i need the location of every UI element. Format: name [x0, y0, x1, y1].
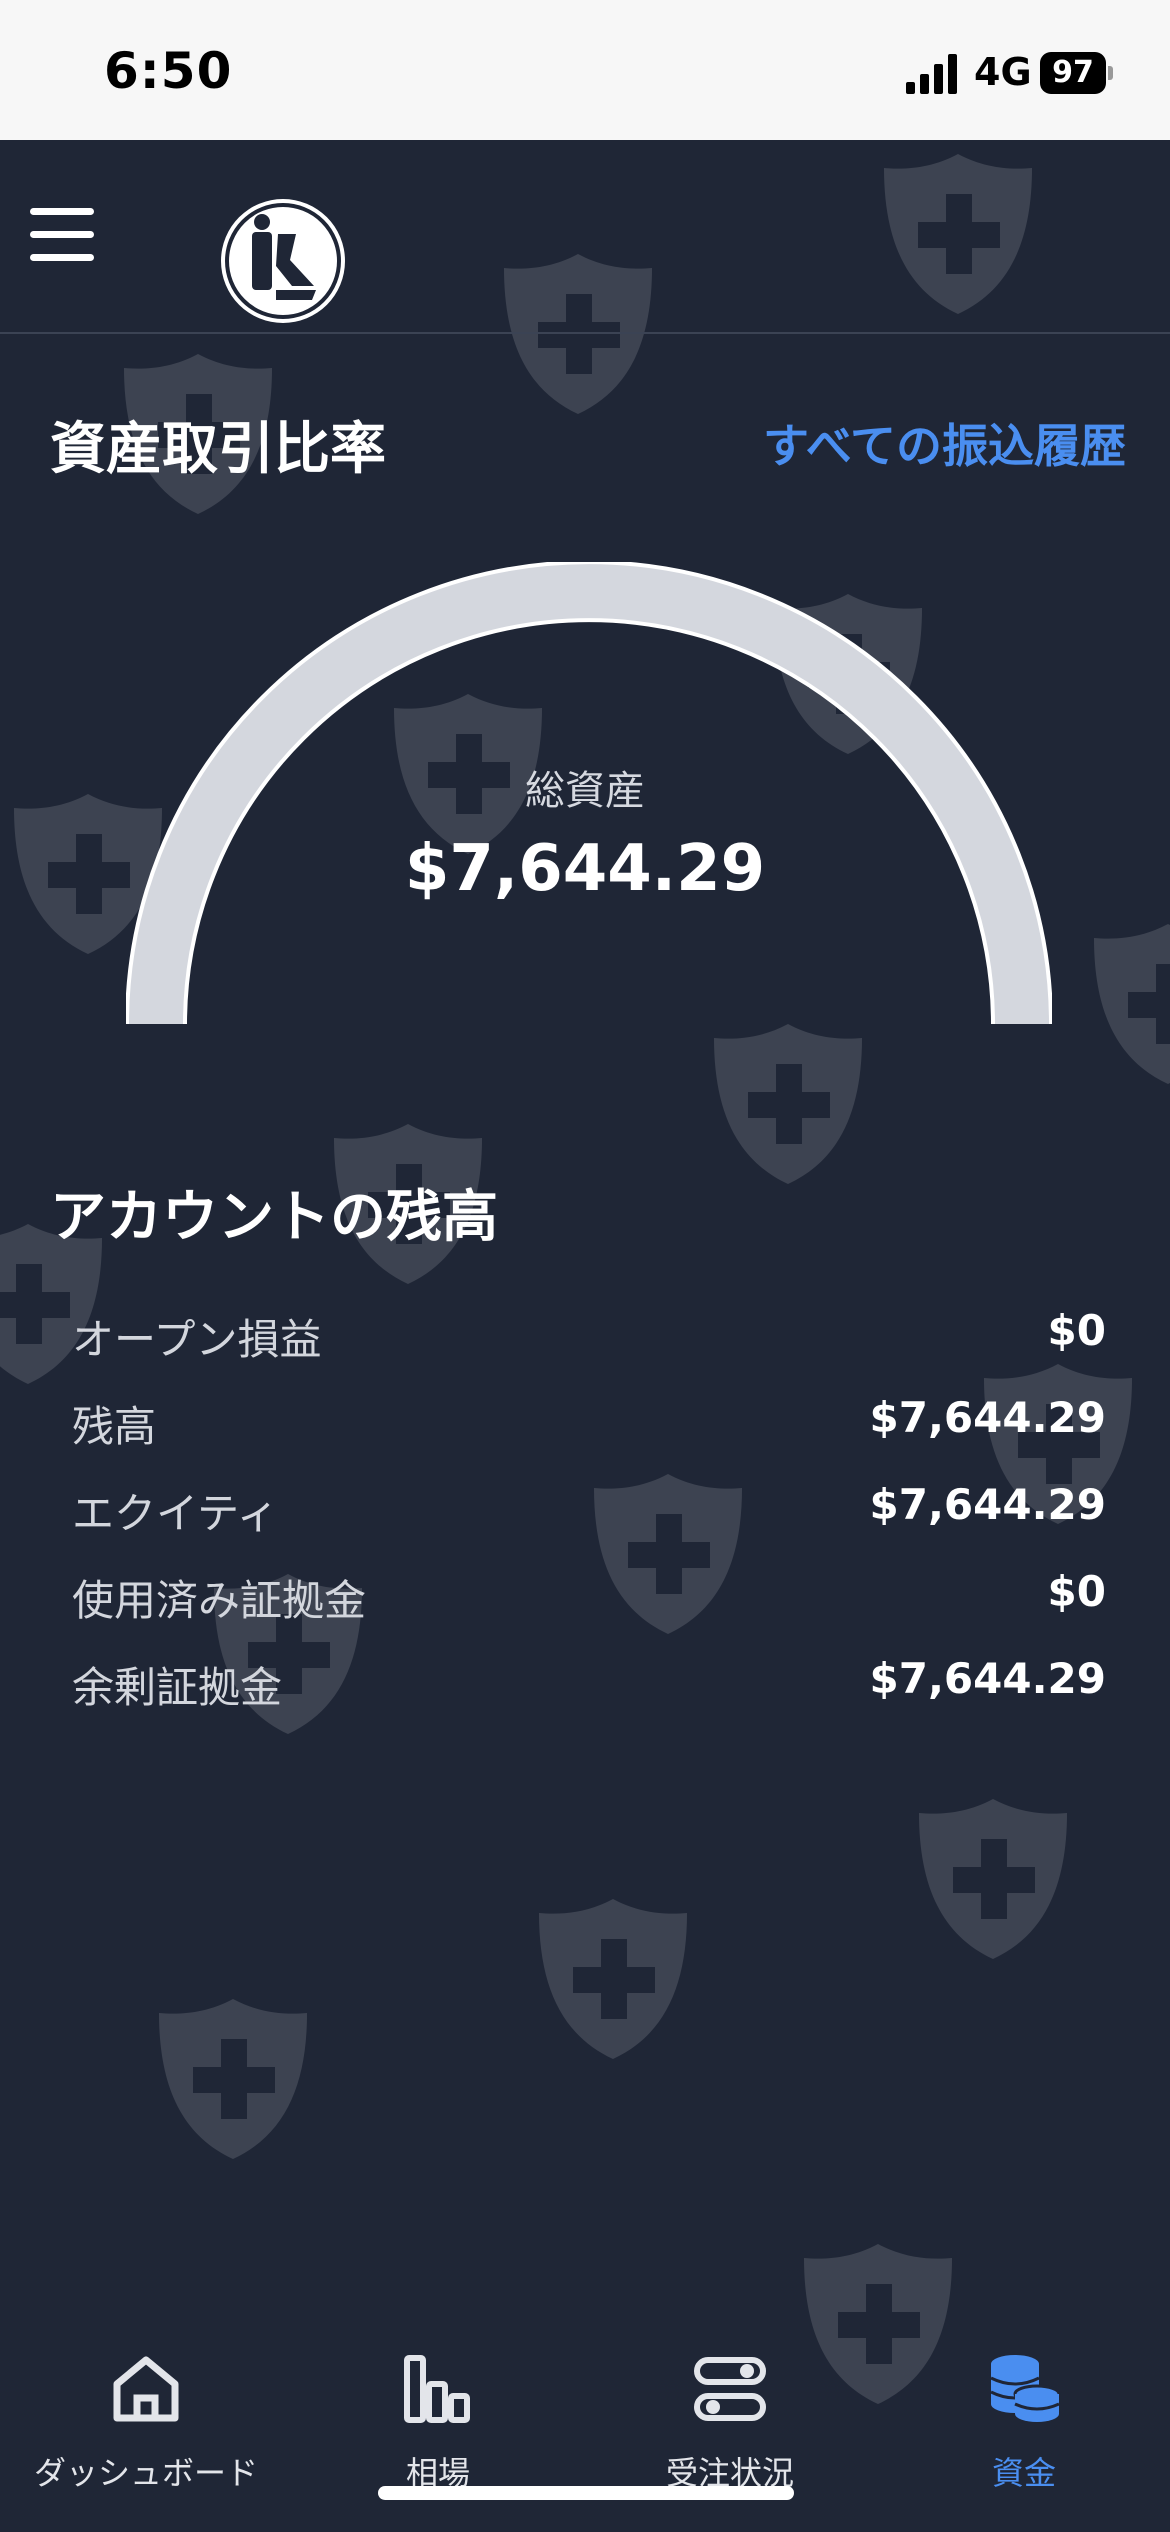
- home-icon: [113, 2356, 179, 2422]
- balance-label: オープン損益: [72, 1315, 322, 1364]
- balance-value: $7,644.29: [869, 1654, 1106, 1703]
- menu-icon[interactable]: [30, 208, 94, 262]
- nav-label: ダッシュボード: [33, 2454, 258, 2492]
- signal-icon: [906, 54, 957, 94]
- balance-row-used-margin: 使用済み証拠金 $0: [72, 1567, 1106, 1627]
- balance-value: $0: [1047, 1567, 1106, 1616]
- balance-label: 余剰証拠金: [72, 1663, 283, 1712]
- watermark-shield-icon: [915, 1795, 1071, 1963]
- bar-chart-icon: [404, 2355, 470, 2423]
- coins-icon: [990, 2355, 1061, 2422]
- battery-level: 97: [1040, 52, 1106, 94]
- balance-label: 使用済み証拠金: [72, 1576, 367, 1625]
- balance-label: エクイティ: [72, 1489, 279, 1538]
- nav-market[interactable]: 相場: [308, 2350, 568, 2500]
- status-time: 6:50: [104, 42, 233, 100]
- battery-icon: 97: [1040, 52, 1113, 94]
- transfer-history-link[interactable]: すべての振込履歴: [763, 410, 1126, 476]
- network-type: 4G: [974, 50, 1032, 94]
- brand-logo: [221, 199, 345, 323]
- nav-orders[interactable]: 受注状況: [600, 2350, 860, 2500]
- balance-value: $7,644.29: [869, 1480, 1106, 1529]
- screen: 6:50 4G 97 資産取引比率 すべての振込履歴 総資産 $7,644.29…: [0, 0, 1170, 2532]
- balances-title: アカウントの残高: [50, 1185, 498, 1250]
- status-bar: 6:50 4G 97: [0, 0, 1170, 140]
- page-title: 資産取引比率: [50, 417, 386, 482]
- balance-value: $0: [1047, 1306, 1106, 1355]
- balance-label: 残高: [72, 1402, 157, 1451]
- nav-dashboard[interactable]: ダッシュボード: [16, 2350, 276, 2500]
- toggles-icon: [694, 2357, 766, 2421]
- total-assets-value: $7,644.29: [404, 832, 766, 906]
- nav-label: 資金: [991, 2454, 1056, 2492]
- balance-row-balance: 残高 $7,644.29: [72, 1393, 1106, 1453]
- app-header: [0, 140, 1170, 334]
- watermark-shield-icon: [535, 1895, 691, 2063]
- nav-funds[interactable]: 資金: [894, 2350, 1154, 2500]
- watermark-shield-icon: [1090, 920, 1170, 1088]
- balance-row-equity: エクイティ $7,644.29: [72, 1480, 1106, 1540]
- watermark-shield-icon: [710, 1020, 866, 1188]
- balance-value: $7,644.29: [869, 1393, 1106, 1442]
- watermark-shield-icon: [155, 1995, 311, 2163]
- balance-row-free-margin: 余剰証拠金 $7,644.29: [72, 1654, 1106, 1714]
- balance-row-open-pl: オープン損益 $0: [72, 1306, 1106, 1366]
- total-assets-label: 総資産: [525, 768, 645, 814]
- home-indicator: [378, 2486, 794, 2500]
